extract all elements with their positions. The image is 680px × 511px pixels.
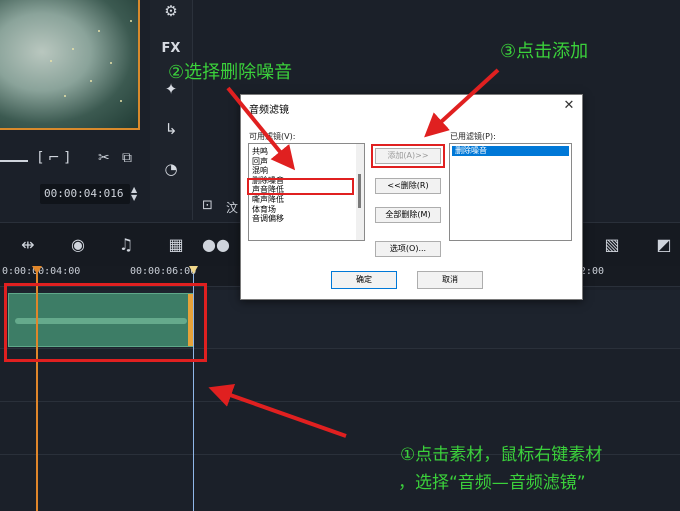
- arrow-to-add-button: [424, 68, 500, 138]
- step1-annotation-line2: ，选择“音频—音频滤镜”: [398, 473, 586, 493]
- arrow-to-remove-noise: [226, 86, 296, 171]
- annotation-arrows: [208, 68, 500, 438]
- step3-annotation: ③点击添加: [500, 41, 589, 62]
- arrow-to-clip: [208, 384, 347, 438]
- step1-annotation-line1: ①点击素材，鼠标右键素材: [400, 445, 603, 465]
- step2-annotation: ②选择删除噪音: [168, 62, 293, 83]
